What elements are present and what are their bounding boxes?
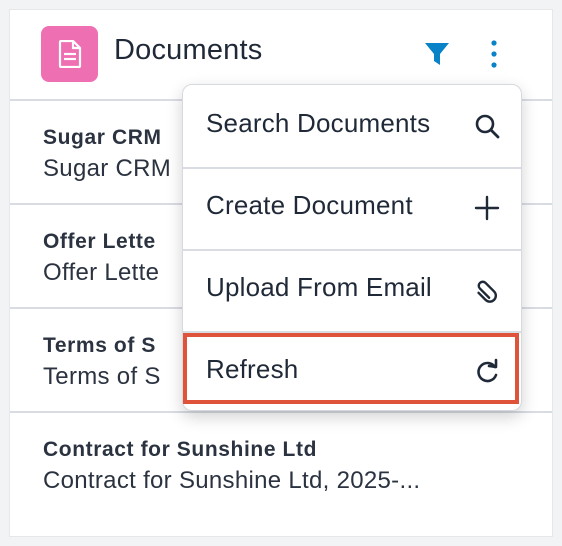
document-icon [58,40,81,68]
documents-module-tile [41,26,98,82]
search-icon [475,114,500,139]
menu-item-label: Upload From Email [206,272,432,302]
plus-icon [474,195,500,221]
menu-item-create-document[interactable]: Create Document [183,167,521,251]
menu-item-label: Search Documents [206,108,431,138]
menu-item-upload-from-email[interactable]: Upload From Email [183,249,521,333]
menu-item-label: Refresh [206,354,299,384]
document-subtitle: Offer Lette [43,259,160,286]
page-title: Documents [114,34,263,66]
refresh-icon [477,358,498,383]
menu-item-refresh[interactable]: Refresh [183,331,521,410]
more-options-icon[interactable] [484,39,504,69]
document-name: Terms of S [43,334,156,357]
document-name: Sugar CRM [43,126,162,149]
filter-icon[interactable] [424,41,450,67]
document-subtitle: Contract for Sunshine Ltd, 2025-... [43,467,421,494]
paperclip-icon [477,280,497,303]
document-name: Offer Lette [43,230,156,253]
document-name: Contract for Sunshine Ltd [43,438,317,461]
document-subtitle: Sugar CRM [43,155,172,182]
document-subtitle: Terms of S [43,363,161,390]
menu-item-search-documents[interactable]: Search Documents [183,85,521,169]
list-item[interactable]: Contract for Sunshine Ltd Contract for S… [10,413,552,515]
actions-dropdown-menu: Search Documents Create Document Upload … [182,84,522,411]
menu-item-label: Create Document [206,190,413,220]
